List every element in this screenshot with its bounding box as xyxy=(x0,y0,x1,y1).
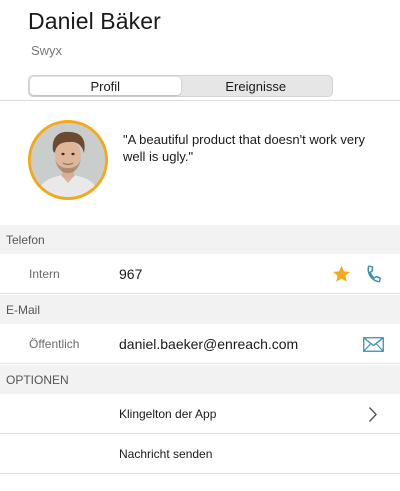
contact-company: Swyx xyxy=(31,43,63,58)
option-send-message[interactable]: Nachricht senden xyxy=(0,434,400,474)
contact-header: Daniel Bäker Swyx Profil Ereignisse xyxy=(0,0,400,101)
phone-label: Intern xyxy=(29,267,60,281)
envelope-icon[interactable] xyxy=(363,337,384,352)
option-ringtone-label: Klingelton der App xyxy=(119,407,217,421)
option-ringtone[interactable]: Klingelton der App xyxy=(0,394,400,434)
section-header-options: OPTIONEN xyxy=(0,365,400,394)
tab-ereignisse[interactable]: Ereignisse xyxy=(181,77,332,95)
star-icon[interactable] xyxy=(332,265,351,283)
phone-number: 967 xyxy=(119,266,143,282)
section-header-phone: Telefon xyxy=(0,225,400,254)
section-header-email: E-Mail xyxy=(0,295,400,324)
tab-profil[interactable]: Profil xyxy=(30,77,181,95)
chevron-right-icon xyxy=(368,407,377,422)
email-label: Öffentlich xyxy=(29,337,80,351)
profile-card: "A beautiful product that doesn't work v… xyxy=(0,101,400,225)
profile-quote: "A beautiful product that doesn't work v… xyxy=(123,132,365,164)
phone-row-intern[interactable]: Intern 967 xyxy=(0,254,400,294)
option-send-message-label: Nachricht senden xyxy=(119,447,213,461)
email-row-public[interactable]: Öffentlich daniel.baeker@enreach.com xyxy=(0,324,400,364)
phone-icon[interactable] xyxy=(365,265,383,283)
email-address: daniel.baeker@enreach.com xyxy=(119,336,299,352)
avatar-photo xyxy=(31,123,105,197)
avatar xyxy=(28,120,108,200)
contact-name: Daniel Bäker xyxy=(28,8,161,34)
view-switcher: Profil Ereignisse xyxy=(28,75,333,97)
